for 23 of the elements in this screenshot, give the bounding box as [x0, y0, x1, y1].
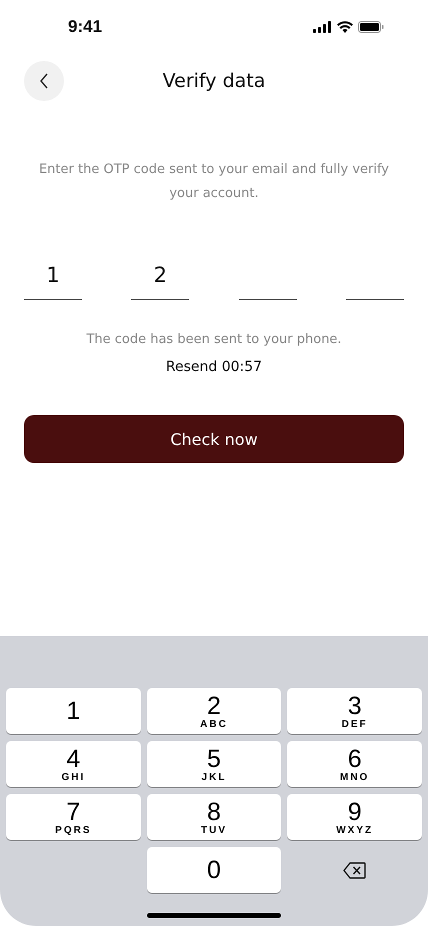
keypad-key[interactable]: 0	[146, 847, 282, 893]
resend-timer[interactable]: Resend 00:57	[166, 359, 262, 375]
check-now-button[interactable]: Check now	[24, 415, 404, 463]
keypad-key[interactable]: 2 ABC	[146, 688, 282, 734]
otp-digit-field[interactable]: 2	[131, 256, 190, 300]
screen-title: Verify data	[162, 70, 266, 92]
status-time: 9:41	[68, 17, 102, 37]
keypad-key[interactable]: 7 PQRS	[6, 794, 141, 840]
wifi-icon	[337, 21, 353, 33]
signal-icon	[313, 21, 332, 33]
otp-digit-field[interactable]: 1	[24, 256, 82, 300]
keypad-key[interactable]: 6 MNO	[287, 741, 422, 787]
keypad-key[interactable]: 3 DEF	[287, 688, 422, 734]
instruction-text: Enter the OTP code sent to your email and fully verify your account.	[38, 161, 390, 203]
back-chevron-icon	[39, 73, 49, 89]
battery-icon	[358, 21, 384, 33]
keypad-key[interactable]: 5 JKL	[146, 741, 282, 787]
sent-note: The code has been sent to your phone.	[86, 332, 342, 347]
backspace-icon[interactable]	[343, 862, 366, 878]
keypad-key[interactable]: 4 GHI	[6, 741, 141, 787]
keypad-key[interactable]: 1	[6, 688, 141, 734]
keypad-key[interactable]: 9 WXYZ	[287, 794, 422, 840]
keypad-key[interactable]: 8 TUV	[146, 794, 282, 840]
